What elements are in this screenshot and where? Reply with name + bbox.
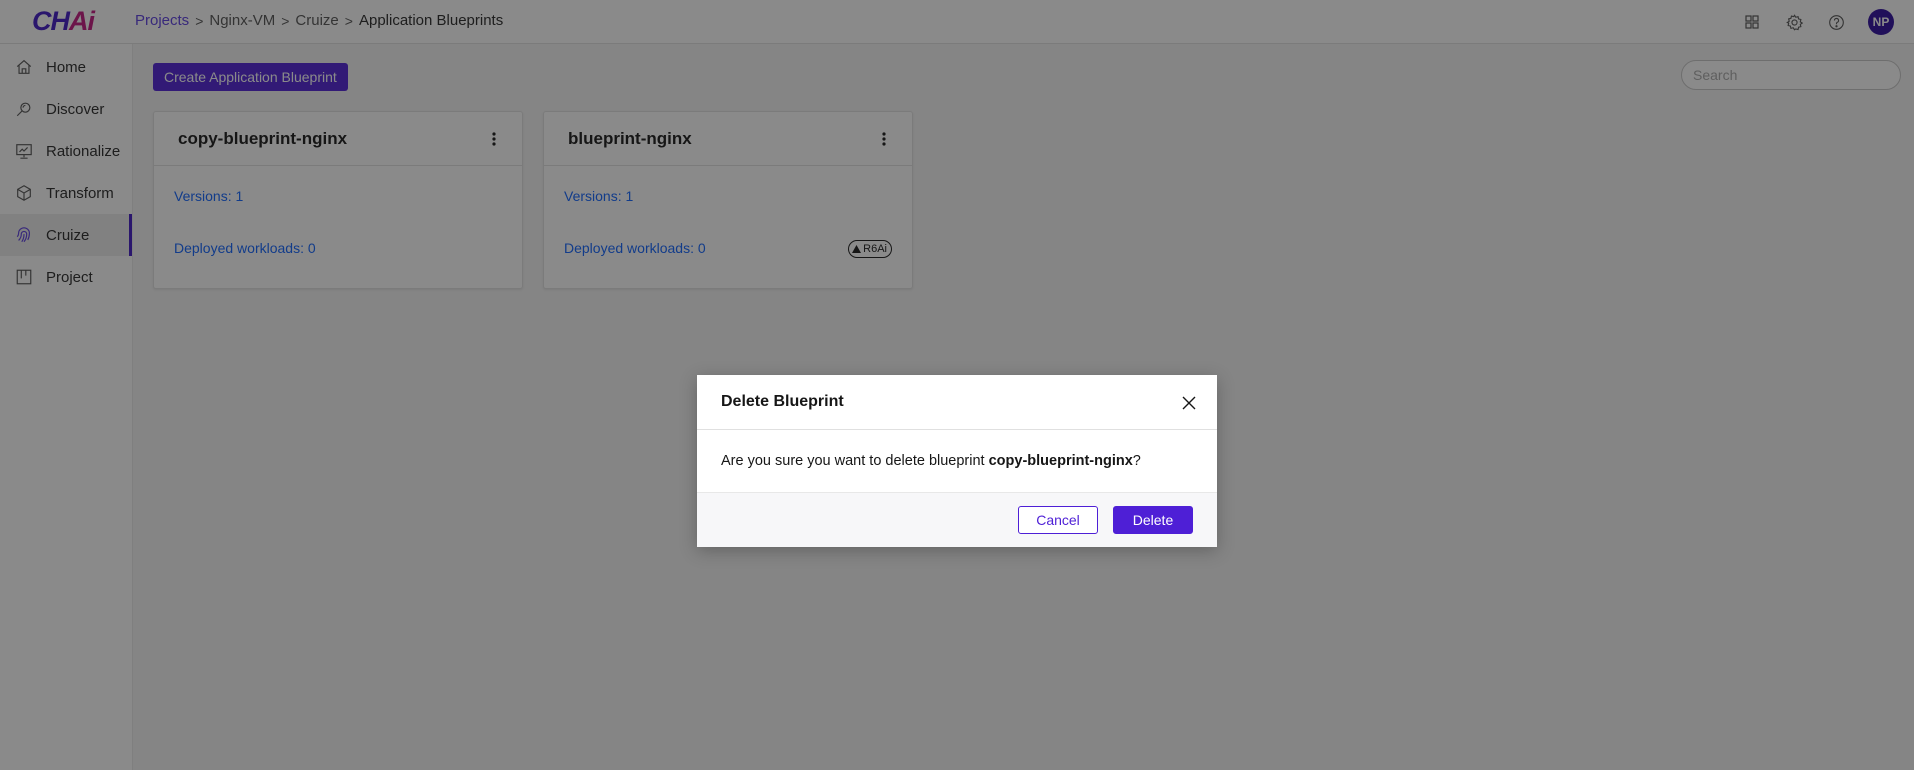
modal-body: Are you sure you want to delete blueprin… <box>697 430 1217 493</box>
modal-header: Delete Blueprint <box>697 375 1217 430</box>
cancel-button[interactable]: Cancel <box>1018 506 1098 534</box>
delete-button[interactable]: Delete <box>1113 506 1193 534</box>
delete-blueprint-modal: Delete Blueprint Are you sure you want t… <box>697 375 1217 547</box>
modal-message: Are you sure you want to delete blueprin… <box>721 453 1141 469</box>
modal-title: Delete Blueprint <box>721 393 844 410</box>
modal-footer: Cancel Delete <box>697 493 1217 547</box>
modal-target-name: copy-blueprint-nginx <box>988 453 1133 469</box>
close-icon[interactable] <box>1179 393 1199 413</box>
